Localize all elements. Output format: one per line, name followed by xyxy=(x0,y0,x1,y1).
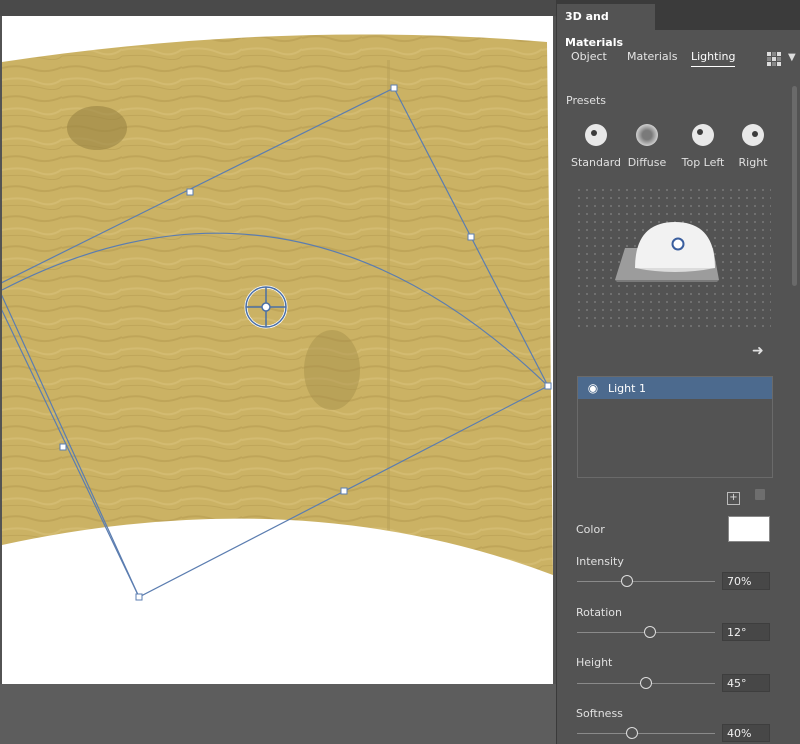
color-swatch[interactable] xyxy=(728,516,770,542)
preset-diffuse[interactable]: Diffuse xyxy=(617,124,677,169)
height-slider-thumb[interactable] xyxy=(640,677,652,689)
intensity-label: Intensity xyxy=(576,555,624,568)
presets-label: Presets xyxy=(566,94,607,107)
bounding-handle xyxy=(390,84,398,92)
wood-knot xyxy=(304,330,360,410)
rotation-slider[interactable] xyxy=(577,626,715,638)
softness-label: Softness xyxy=(576,707,623,720)
bounding-handle xyxy=(340,487,348,495)
intensity-value[interactable]: 70% xyxy=(722,572,770,590)
bounding-handle xyxy=(544,382,552,390)
wood-knot xyxy=(67,106,127,150)
light-name: Light 1 xyxy=(608,381,646,395)
trash-icon[interactable] xyxy=(754,489,765,500)
height-label: Height xyxy=(576,656,613,669)
intensity-slider[interactable] xyxy=(577,575,715,587)
panel-header: 3D and Materials xyxy=(557,0,800,49)
light-dome-preview[interactable] xyxy=(613,218,723,284)
preset-right[interactable]: Right xyxy=(723,124,783,169)
3d-materials-panel: 3D and Materials Object Materials Lighti… xyxy=(556,0,800,744)
eye-icon[interactable]: ◉ xyxy=(578,381,608,395)
tab-lighting[interactable]: Lighting xyxy=(691,50,736,67)
chevron-down-icon[interactable]: ▼ xyxy=(788,52,796,63)
tab-materials[interactable]: Materials xyxy=(627,50,677,63)
rotation-slider-thumb[interactable] xyxy=(644,626,657,638)
softness-slider-thumb[interactable] xyxy=(626,727,639,739)
lights-list: ◉ Light 1 xyxy=(577,376,773,478)
bounding-handle xyxy=(467,233,475,241)
preset-label: Diffuse xyxy=(627,156,667,169)
export-arrow-icon[interactable]: ➜ xyxy=(752,343,764,359)
height-slider[interactable] xyxy=(577,677,715,689)
canvas-top-strip xyxy=(0,0,556,16)
softness-slider[interactable] xyxy=(577,727,715,739)
height-value[interactable]: 45° xyxy=(722,674,770,692)
render-settings-icon[interactable] xyxy=(767,52,781,66)
intensity-slider-thumb[interactable] xyxy=(620,575,633,587)
preset-right-icon xyxy=(742,124,764,146)
add-light-icon[interactable]: + xyxy=(727,492,740,505)
light-row[interactable]: ◉ Light 1 xyxy=(578,377,772,399)
artboard[interactable] xyxy=(2,16,553,684)
canvas-bottom-strip xyxy=(0,684,556,744)
rotation-value[interactable]: 12° xyxy=(722,623,770,641)
panel-scrollbar[interactable] xyxy=(792,86,797,286)
light-target-crosshair-icon xyxy=(244,285,288,329)
canvas-area[interactable] xyxy=(0,0,556,744)
rotation-label: Rotation xyxy=(576,606,623,619)
color-label: Color xyxy=(576,523,605,536)
list-buttons: + xyxy=(727,489,765,505)
artwork-svg[interactable] xyxy=(2,16,553,684)
bounding-handle xyxy=(59,443,67,451)
bounding-handle xyxy=(135,593,143,601)
tab-object[interactable]: Object xyxy=(571,50,607,63)
preset-label: Right xyxy=(738,156,768,169)
softness-value[interactable]: 40% xyxy=(722,724,770,742)
preset-top-left-icon xyxy=(692,124,714,146)
bounding-handle xyxy=(186,188,194,196)
light-position-handle xyxy=(671,237,685,251)
panel-title[interactable]: 3D and Materials xyxy=(557,4,655,49)
preset-diffuse-icon xyxy=(636,124,658,146)
preset-standard-icon xyxy=(585,124,607,146)
